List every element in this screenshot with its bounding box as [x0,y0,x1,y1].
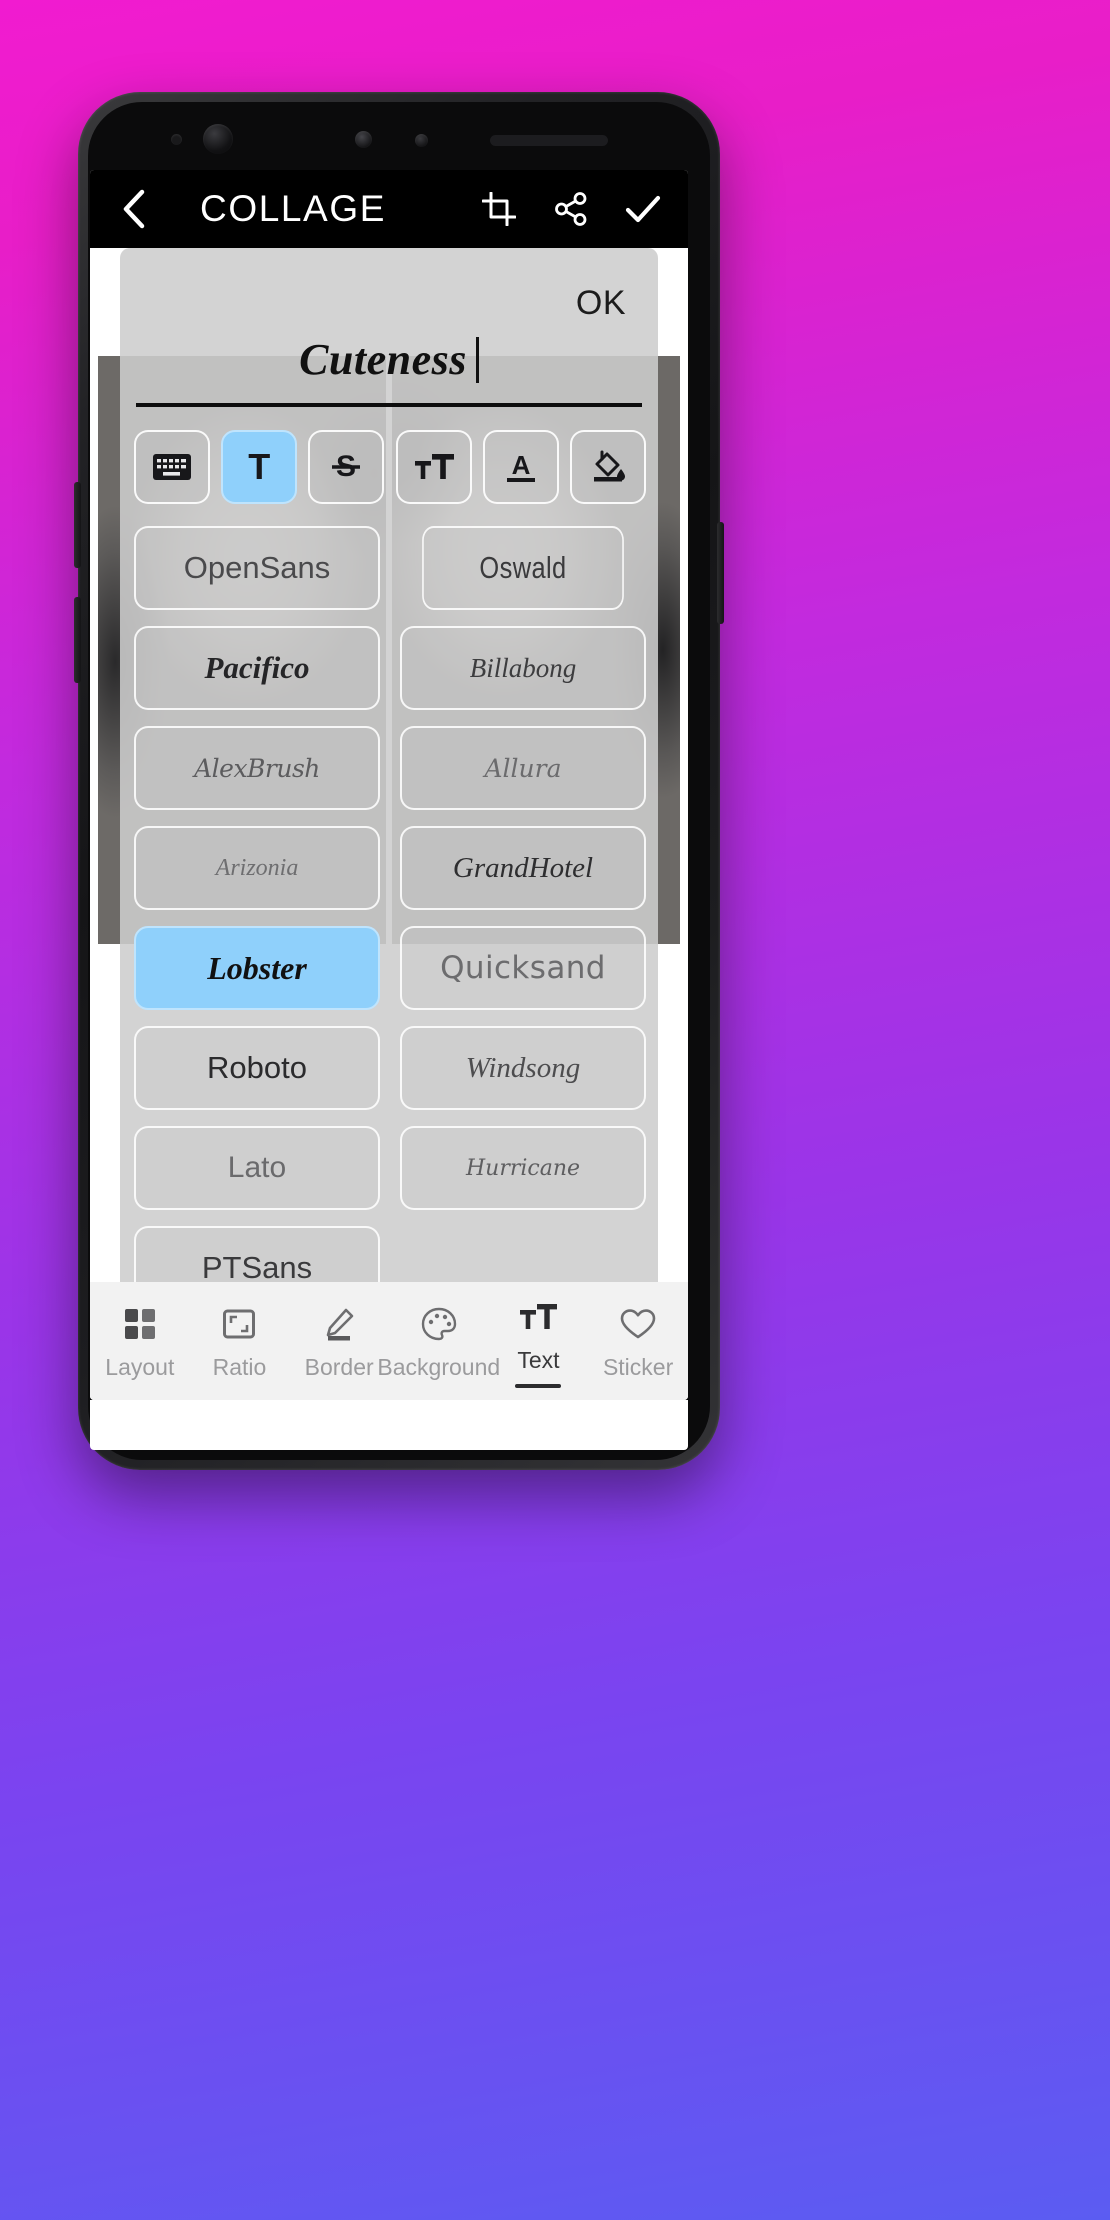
font-item-lobster[interactable]: Lobster [134,926,380,1010]
nav-item-label: Ratio [212,1353,267,1380]
font-item-label: Windsong [465,1051,581,1084]
border-width-icon [322,1302,356,1346]
font-item-label: AlexBrush [194,753,320,783]
nav-item-border[interactable]: Border [291,1302,387,1381]
chevron-left-icon [123,189,145,229]
text-color-button[interactable]: A [482,430,559,504]
nav-item-sticker[interactable]: Sticker [590,1302,686,1381]
font-item-label: Lato [227,1151,287,1184]
font-item-label: Hurricane [465,1155,581,1181]
font-item-label: Quicksand [440,950,606,986]
text-color-underline-icon: A [506,450,535,482]
nav-item-text[interactable]: Text [490,1295,586,1388]
nav-item-layout[interactable]: Layout [92,1302,188,1381]
fill-color-button[interactable] [569,430,646,504]
font-item-label: Allura [484,753,562,783]
volume-up-button[interactable] [74,482,81,568]
nav-item-label: Sticker [602,1353,674,1380]
font-item-quicksand[interactable]: Quicksand [400,926,646,1010]
text-size-button[interactable] [395,430,472,504]
text-editor-panel: OK Cuteness T S A OpenSans Oswald Pacifi… [120,248,658,1400]
grid-layout-icon [123,1302,157,1346]
font-item-label: Billabong [469,652,577,683]
font-item-grandhotel[interactable]: GrandHotel [400,826,646,910]
phone-sensor-row [78,120,720,160]
power-button[interactable] [717,522,724,624]
keyboard-button[interactable] [134,430,210,504]
font-style-button[interactable]: T [221,430,298,504]
nav-item-ratio[interactable]: Ratio [191,1302,287,1381]
share-button[interactable] [552,190,590,228]
paint-bucket-icon [593,450,625,482]
font-item-billabong[interactable]: Billabong [400,626,646,710]
font-item-label: OpenSans [183,550,331,585]
text-caret [475,337,479,383]
back-button[interactable] [112,187,156,231]
nav-item-background[interactable]: Background [377,1302,500,1381]
text-style-toolbar: T S A [134,430,646,504]
font-item-lato[interactable]: Lato [134,1126,380,1210]
font-item-label: GrandHotel [452,851,594,884]
nav-active-indicator [515,1383,562,1388]
font-item-opensans[interactable]: OpenSans [134,526,380,610]
earpiece-speaker [490,135,608,146]
front-camera-icon [203,124,233,154]
font-item-label: Roboto [207,1050,307,1085]
text-input-underline [136,403,642,407]
strikethrough-button[interactable]: S [308,430,385,504]
font-list: OpenSans Oswald Pacifico Billabong AlexBrush… [134,526,646,1310]
font-item-label: PTSans [201,1250,313,1285]
crop-button[interactable] [480,190,518,228]
nav-item-label: Background [377,1353,501,1380]
font-item-arizonia[interactable]: Arizonia [134,826,380,910]
font-item-label: Arizonia [215,854,299,881]
font-item-alexbrush[interactable]: AlexBrush [134,726,380,810]
light-sensor-icon [415,134,428,147]
font-item-label: Pacifico [204,650,310,685]
volume-down-button[interactable] [74,597,81,683]
share-icon [555,192,587,226]
font-item-allura[interactable]: Allura [400,726,646,810]
heart-icon [620,1302,656,1346]
bottom-navigation: Layout Ratio Border Background Text Sticker [90,1282,688,1400]
font-item-hurricane[interactable]: Hurricane [400,1126,646,1210]
phone-device-frame: COLLAGE OK Cuteness T S A OpenSans Oswal… [74,92,724,1470]
confirm-button[interactable] [624,190,662,228]
aspect-ratio-icon [222,1302,256,1346]
font-item-label: Oswald [479,550,567,585]
text-size-icon [414,454,454,479]
header-actions [480,190,666,228]
nav-item-label: Layout [105,1353,175,1380]
phone-chin [90,1400,688,1450]
font-item-pacifico[interactable]: Pacifico [134,626,380,710]
nav-item-label: Text [517,1346,560,1373]
text-preview-wrap: Cuteness [120,334,658,385]
check-icon [625,195,661,223]
page-title: COLLAGE [200,188,386,229]
palette-icon [421,1302,457,1346]
proximity-sensor-icon [355,131,372,148]
text-t-icon: T [248,446,271,487]
keyboard-icon [153,454,191,480]
strikethrough-icon: S [332,450,361,483]
crop-icon [482,192,516,226]
app-screen: COLLAGE OK Cuteness T S A OpenSans Oswal… [90,170,688,1400]
ambient-sensor-icon [171,134,182,145]
font-item-label: Lobster [207,949,307,986]
text-tt-icon [518,1295,558,1339]
nav-item-label: Border [304,1353,374,1380]
font-item-windsong[interactable]: Windsong [400,1026,646,1110]
ok-button[interactable]: OK [576,284,626,323]
font-item-oswald[interactable]: Oswald [422,526,624,610]
app-header-bar: COLLAGE [90,170,688,248]
font-item-roboto[interactable]: Roboto [134,1026,380,1110]
text-preview-value[interactable]: Cuteness [299,334,467,385]
collage-canvas-area: OK Cuteness T S A OpenSans Oswald Pacifi… [90,248,688,1400]
svg-text:A: A [511,450,530,480]
